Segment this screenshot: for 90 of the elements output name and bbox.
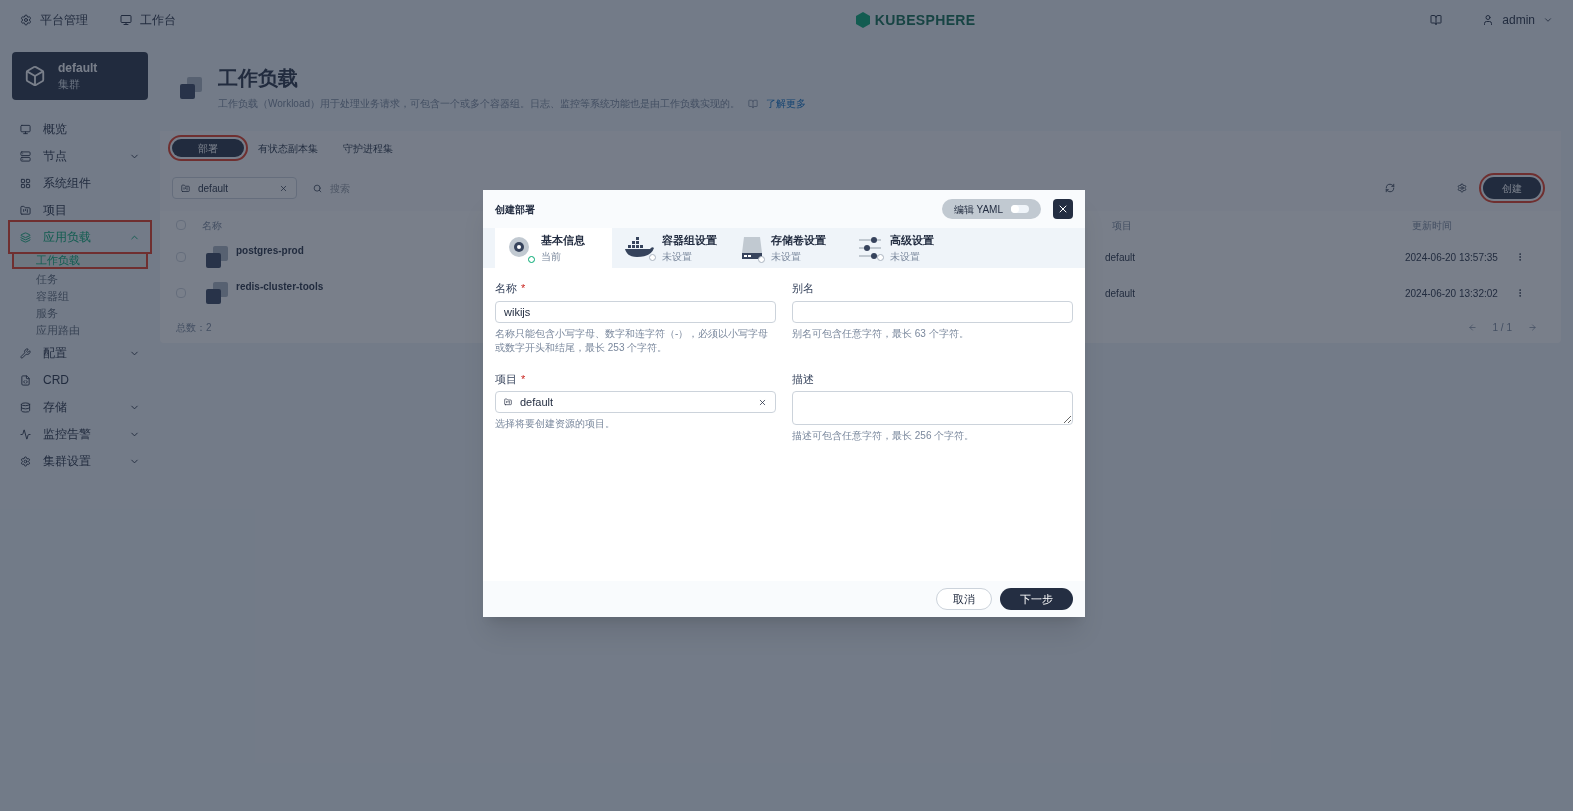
- menu-icon: [20, 150, 31, 162]
- menu-icon: [20, 177, 31, 189]
- field-hint: 选择将要创建资源的项目。: [495, 417, 616, 431]
- step-title: 高级设置: [890, 233, 934, 249]
- nav-link[interactable]: 平台管理: [20, 12, 88, 28]
- sidebar-item[interactable]: 监控告警: [12, 421, 148, 447]
- tab[interactable]: 有状态副本集: [252, 139, 324, 157]
- sidebar-item[interactable]: 节点: [12, 143, 148, 169]
- project-filter[interactable]: default: [172, 177, 297, 199]
- next-button[interactable]: 下一步: [1000, 588, 1073, 610]
- field-hint: 描述可包含任意字符，最长 256 个字符。: [792, 429, 976, 443]
- sidebar-item[interactable]: 集群设置: [12, 448, 148, 474]
- table-cell-text: 2024-06-20 13:57:35: [1405, 250, 1499, 265]
- workload-icon: [180, 76, 202, 99]
- menu-icon: [20, 123, 31, 135]
- sidebar-subitem[interactable]: 工作负载: [12, 252, 148, 269]
- refresh-icon[interactable]: [1385, 183, 1395, 193]
- field-label: 名称: [495, 281, 517, 296]
- whale-icon: [624, 237, 654, 259]
- workload-icon: [206, 246, 228, 268]
- field-hint: 别名可包含任意字符，最长 63 个字符。: [792, 326, 970, 341]
- close-button[interactable]: [1053, 199, 1073, 219]
- project-select[interactable]: default: [495, 391, 776, 413]
- drive-icon: [741, 235, 763, 261]
- search-icon: [313, 183, 322, 193]
- menu-icon: [20, 401, 31, 413]
- step-status: 未设置: [662, 249, 693, 264]
- step-tab[interactable]: 容器组设置 未设置: [612, 228, 729, 268]
- field-label: 项目: [495, 371, 517, 387]
- table-cell-text: default: [1105, 250, 1137, 265]
- menu-icon: [20, 455, 31, 467]
- step-status: 未设置: [771, 249, 802, 264]
- step-status: 当前: [541, 249, 562, 264]
- tab[interactable]: 守护进程集: [332, 139, 404, 157]
- project-icon: [504, 398, 512, 406]
- dialog-title: 创建部署: [495, 202, 536, 217]
- menu-icon: [20, 347, 31, 359]
- step-title: 容器组设置: [662, 233, 717, 249]
- field-label: 描述: [792, 371, 814, 387]
- step-title: 存储卷设置: [771, 233, 826, 249]
- workload-icon: [206, 282, 228, 304]
- project-icon: [181, 183, 190, 193]
- page-title: 工作负载: [218, 66, 299, 91]
- sidebar-item[interactable]: CRD: [12, 367, 148, 393]
- user-menu[interactable]: admin: [1482, 12, 1553, 28]
- sidebar-item[interactable]: 应用负载: [12, 224, 148, 250]
- book-icon: [748, 98, 759, 109]
- description-field[interactable]: [792, 391, 1073, 425]
- required-mark: *: [521, 281, 526, 296]
- cube-icon: [24, 65, 46, 87]
- step-tab[interactable]: 基本信息 当前: [495, 228, 612, 268]
- sidebar-item[interactable]: 系统组件: [12, 170, 148, 196]
- sidebar-item[interactable]: 配置: [12, 340, 148, 366]
- cluster-name: default: [58, 59, 98, 76]
- monitor-icon: [120, 14, 132, 26]
- required-mark: *: [521, 371, 526, 387]
- book-icon[interactable]: [1430, 14, 1443, 26]
- user-icon: [1482, 14, 1495, 26]
- previous-page-icon[interactable]: [1467, 322, 1477, 332]
- clear-icon[interactable]: [758, 397, 767, 407]
- sidebar-item[interactable]: 存储: [12, 394, 148, 420]
- next-page-icon[interactable]: [1528, 322, 1537, 332]
- close-icon: [1057, 203, 1069, 215]
- caret-icon: [1543, 15, 1553, 25]
- menu-icon: [20, 231, 31, 243]
- step-status: 未设置: [890, 249, 921, 264]
- nav-link[interactable]: 工作台: [120, 12, 176, 28]
- logo-icon: [854, 12, 871, 28]
- text-field[interactable]: [792, 300, 1073, 323]
- text-field[interactable]: wikijs: [495, 300, 776, 323]
- field-label: 别名: [792, 281, 814, 296]
- settings-icon[interactable]: [1457, 183, 1467, 193]
- menu-icon: [20, 374, 31, 386]
- field-hint: 名称只能包含小写字母、数字和连字符（-），必须以小写字母或数字开头和结尾，最长 253 个字符。: [495, 326, 770, 355]
- logo-text: KUBESPHERE: [874, 11, 976, 30]
- step-tab[interactable]: 存储卷设置 未设置: [729, 228, 846, 268]
- sidebar-item[interactable]: 项目: [12, 197, 148, 223]
- edit-yaml-toggle[interactable]: 编辑 YAML: [941, 199, 1041, 219]
- learn-more-link[interactable]: 了解更多: [766, 96, 807, 111]
- settings-icon: [20, 14, 32, 26]
- step-title: 基本信息: [541, 233, 585, 249]
- menu-icon: [20, 428, 31, 440]
- sidebar-item[interactable]: 概览: [12, 116, 148, 142]
- sliders-icon: [858, 237, 882, 259]
- table-cell-text: default: [1105, 286, 1137, 301]
- table-cell-text: 2024-06-20 13:32:02: [1405, 286, 1499, 301]
- menu-icon: [20, 204, 31, 216]
- clear-icon[interactable]: [279, 183, 288, 193]
- step-tab[interactable]: 高级设置 未设置: [846, 228, 963, 268]
- cancel-button[interactable]: 取消: [936, 588, 992, 610]
